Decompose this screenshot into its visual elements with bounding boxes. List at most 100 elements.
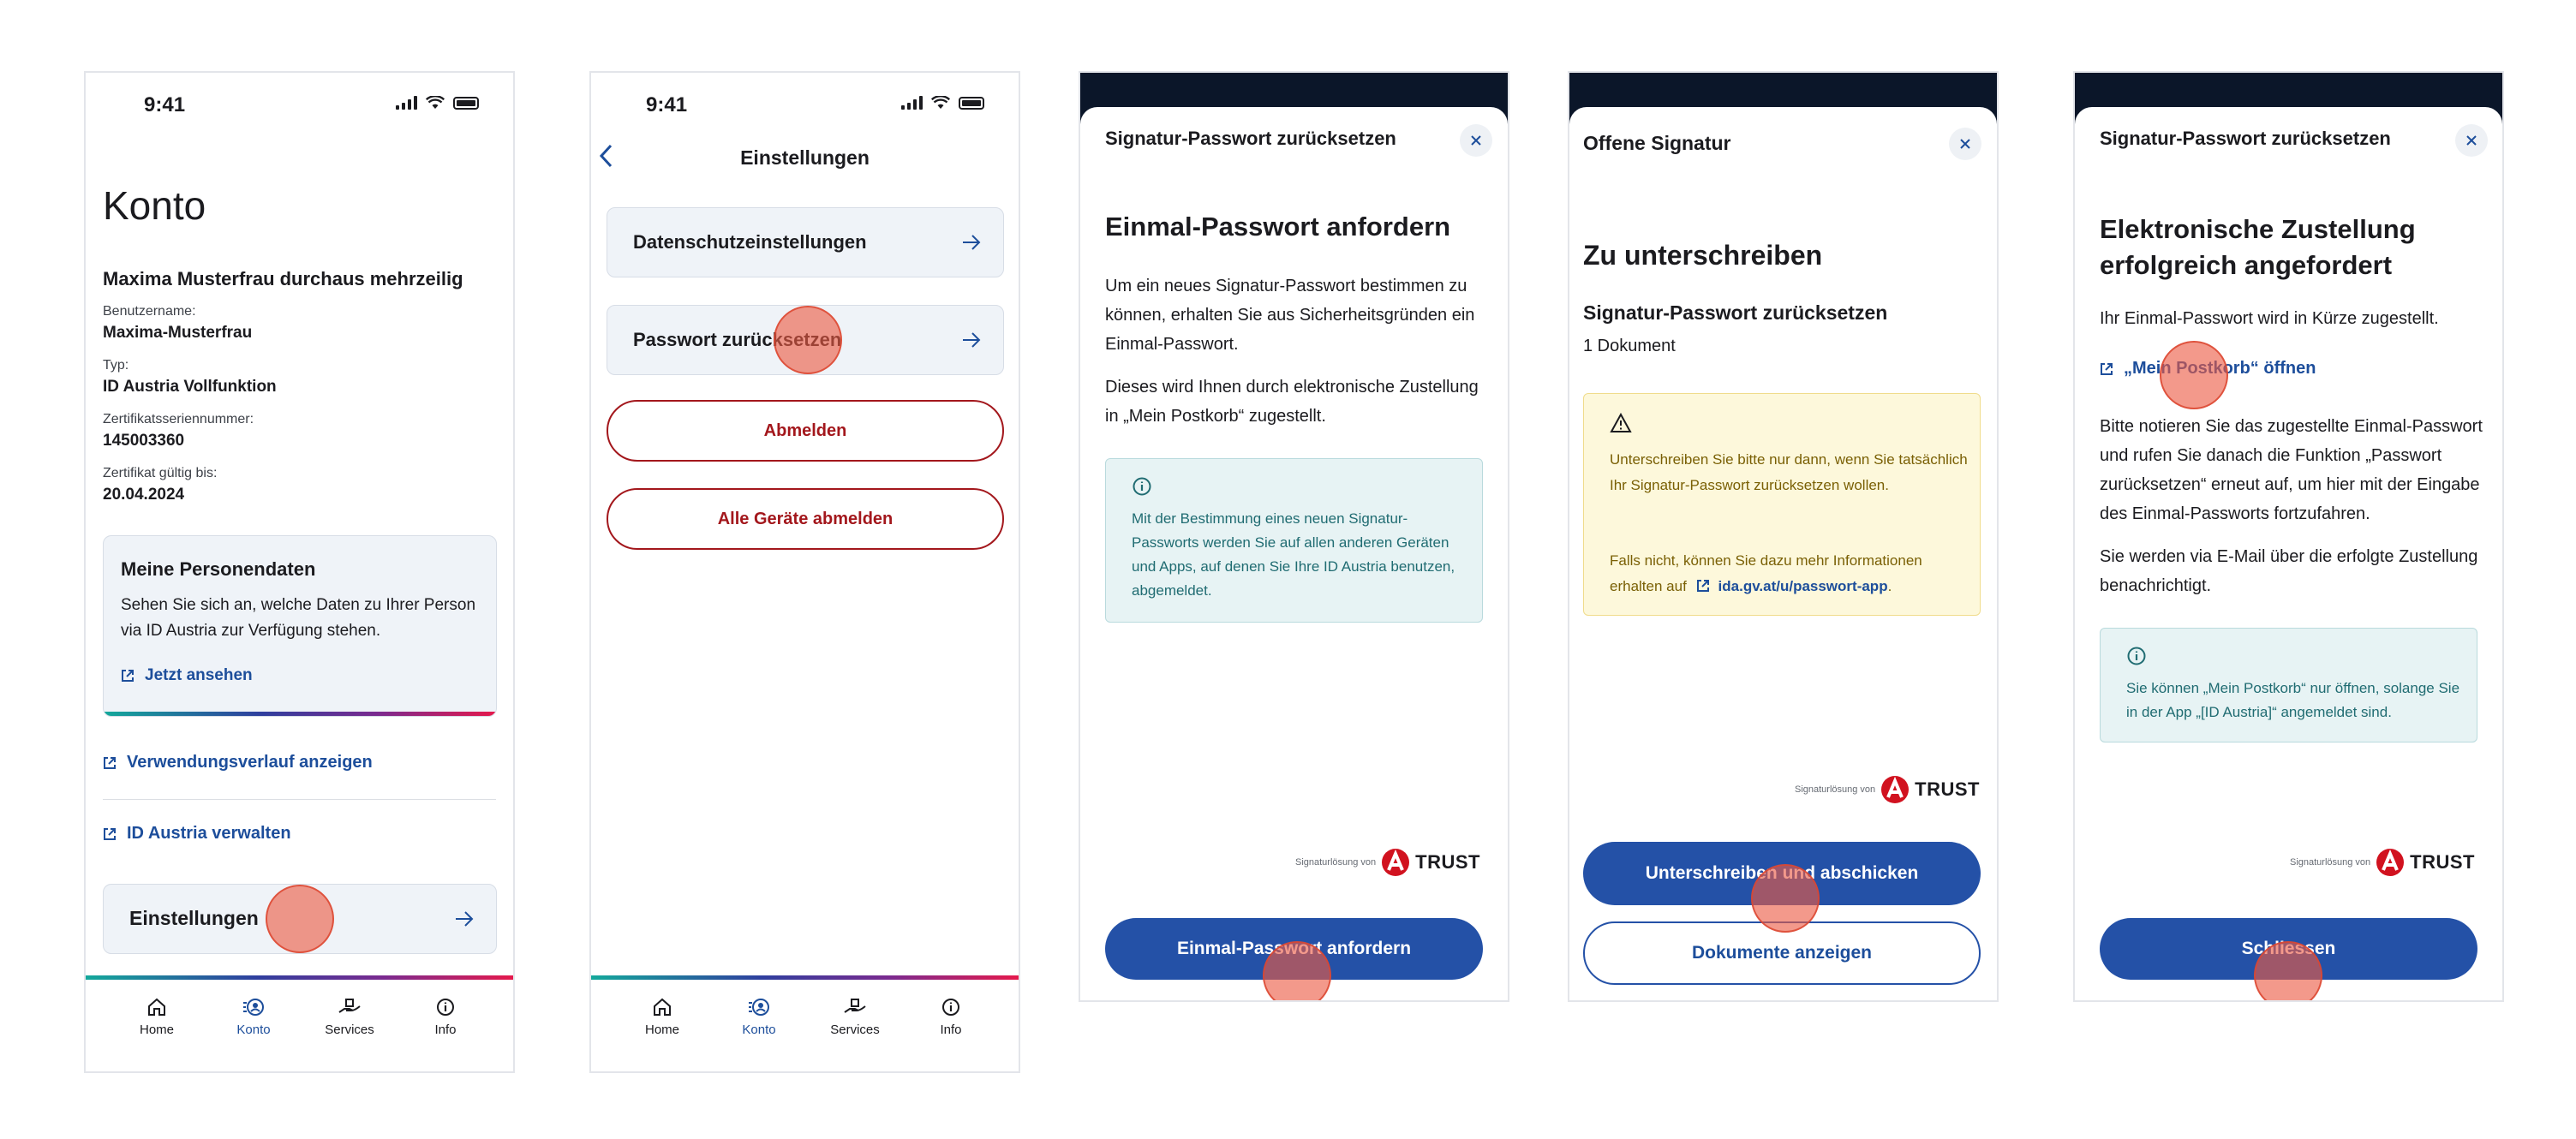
tab-services-label: Services — [830, 1023, 880, 1037]
settings-label: Einstellungen — [129, 907, 259, 929]
tab-services-label: Services — [325, 1023, 374, 1037]
tap-indicator — [774, 306, 842, 374]
bottom-tab-bar: Home Konto Services Info — [86, 975, 513, 1071]
account-name: Maxima Musterfrau durchaus mehrzeilig — [103, 268, 463, 289]
info-icon — [942, 999, 959, 1016]
privacy-settings-button[interactable]: Datenschutzeinstellungen — [607, 207, 1004, 277]
tap-indicator — [2160, 341, 2228, 409]
status-time: 9:41 — [144, 93, 186, 116]
external-link-icon — [122, 669, 134, 682]
body-paragraph-1: Um ein neues Signatur-Passwort bestimmen… — [1105, 277, 1475, 354]
info-box: Sie können „Mein Postkorb“ nur öffnen, s… — [2100, 628, 2477, 742]
tab-info-label: Info — [940, 1023, 962, 1037]
screen-delivery-requested: Signatur-Passwort zurücksetzen Elektroni… — [2073, 71, 2504, 1002]
manage-id-austria-label: ID Austria verwalten — [127, 824, 291, 843]
close-button[interactable] — [2455, 124, 2488, 157]
divider — [103, 799, 496, 800]
tap-indicator — [1263, 941, 1331, 1000]
sheet-title: Signatur-Passwort zurücksetzen — [2100, 128, 2391, 149]
provider-prefix: Signaturlösung von — [2289, 857, 2371, 868]
arrow-right-icon — [963, 235, 981, 250]
close-button[interactable] — [1949, 128, 1981, 160]
tab-home[interactable]: Home — [619, 997, 705, 1037]
bottom-tab-bar: Home Konto Services Info — [591, 975, 1019, 1071]
bottom-sheet: Signatur-Passwort zurücksetzen Elektroni… — [2075, 107, 2502, 1000]
battery-icon — [959, 96, 984, 110]
provider-prefix: Signaturlösung von — [1794, 784, 1876, 795]
type-value: ID Austria Vollfunktion — [103, 378, 277, 396]
external-link-icon — [2101, 362, 2113, 375]
status-icons — [396, 96, 479, 110]
usage-history-label: Verwendungsverlauf anzeigen — [127, 753, 373, 772]
heading: Zu unterschreiben — [1583, 240, 1823, 271]
tap-indicator — [266, 885, 334, 953]
serial-label: Zertifikatsseriennummer: — [103, 412, 254, 426]
tap-indicator — [1751, 864, 1820, 933]
tab-home[interactable]: Home — [114, 997, 200, 1037]
account-icon — [749, 999, 769, 1016]
tab-account[interactable]: Konto — [716, 997, 802, 1037]
close-icon — [1960, 139, 1970, 149]
valid-until-label: Zertifikat gültig bis: — [103, 466, 218, 480]
services-icon — [844, 999, 866, 1013]
signature-provider: Signaturlösung von TRUST — [1295, 848, 1480, 877]
screen-open-signature: Offene Signatur Zu unterschreiben Signat… — [1568, 71, 1999, 1002]
status-time: 9:41 — [646, 93, 688, 116]
info-text: Sie können „Mein Postkorb“ nur öffnen, s… — [2126, 680, 2460, 720]
card-accent-bar — [104, 712, 496, 716]
provider-prefix: Signaturlösung von — [1294, 857, 1377, 868]
info-icon — [2127, 647, 2146, 665]
screen-settings: 9:41 Einstellungen Datenschutzeinstellun… — [589, 71, 1020, 1073]
services-icon — [338, 999, 361, 1013]
personal-data-title: Meine Personendaten — [121, 558, 316, 580]
password-info-link[interactable]: ida.gv.at/u/passwort-app — [1718, 578, 1888, 594]
signal-icon — [901, 96, 923, 110]
logout-all-devices-button[interactable]: Alle Geräte abmelden — [607, 488, 1004, 550]
close-icon — [2466, 135, 2477, 146]
username-value: Maxima-Musterfrau — [103, 324, 253, 342]
close-button[interactable] — [1460, 124, 1492, 157]
personal-data-card[interactable]: Meine Personendaten Sehen Sie sich an, w… — [103, 535, 497, 717]
sheet-title: Signatur-Passwort zurücksetzen — [1105, 128, 1396, 149]
bottom-sheet: Signatur-Passwort zurücksetzen Einmal-Pa… — [1080, 107, 1508, 1000]
tap-indicator — [2254, 941, 2322, 1000]
valid-until-value: 20.04.2024 — [103, 486, 185, 504]
sheet-title: Offene Signatur — [1583, 132, 1731, 154]
warning-box: Unterschreiben Sie bitte nur dann, wenn … — [1583, 393, 1981, 616]
arrow-right-icon — [456, 911, 474, 927]
external-link-icon — [1696, 580, 1709, 592]
a-trust-logo-icon — [1881, 776, 1910, 803]
tab-account[interactable]: Konto — [211, 997, 296, 1037]
a-trust-logo-icon — [2376, 849, 2405, 876]
username-label: Benutzername: — [103, 304, 196, 319]
info-text: Mit der Bestimmung eines neuen Signatur-… — [1132, 510, 1455, 599]
view-now-link[interactable]: Jetzt ansehen — [121, 666, 253, 685]
info-icon — [437, 999, 454, 1016]
signature-provider: Signaturlösung von TRUST — [1795, 775, 1980, 804]
provider-brand: TRUST — [1915, 778, 1980, 800]
tab-info[interactable]: Info — [908, 997, 994, 1037]
home-icon — [148, 998, 165, 1016]
tab-services[interactable]: Services — [307, 997, 392, 1037]
usage-history-link[interactable]: Verwendungsverlauf anzeigen — [103, 753, 373, 772]
privacy-settings-label: Datenschutzeinstellungen — [633, 231, 867, 253]
view-now-label: Jetzt ansehen — [145, 666, 253, 684]
tab-services[interactable]: Services — [812, 997, 898, 1037]
wifi-icon — [426, 96, 445, 109]
close-icon — [1471, 135, 1481, 146]
subheading: Signatur-Passwort zurücksetzen — [1583, 301, 1888, 324]
external-link-icon — [104, 756, 116, 769]
tab-info-label: Info — [434, 1023, 457, 1037]
manage-id-austria-link[interactable]: ID Austria verwalten — [103, 824, 291, 844]
page-title: Einstellungen — [740, 146, 870, 169]
serial-value: 145003360 — [103, 432, 185, 450]
logout-button[interactable]: Abmelden — [607, 400, 1004, 462]
wifi-icon — [931, 96, 950, 109]
tab-account-label: Konto — [742, 1023, 776, 1037]
body-paragraph-1: Ihr Einmal-Passwort wird in Kürze zugest… — [2100, 309, 2439, 328]
tab-info[interactable]: Info — [403, 997, 488, 1037]
provider-brand: TRUST — [2410, 851, 2475, 873]
tab-home-label: Home — [644, 1023, 679, 1037]
heading: Elektronische Zustellung erfolgreich ang… — [2100, 214, 2416, 280]
screen-account: 9:41 Konto Maxima Musterfrau durchaus me… — [84, 71, 515, 1073]
